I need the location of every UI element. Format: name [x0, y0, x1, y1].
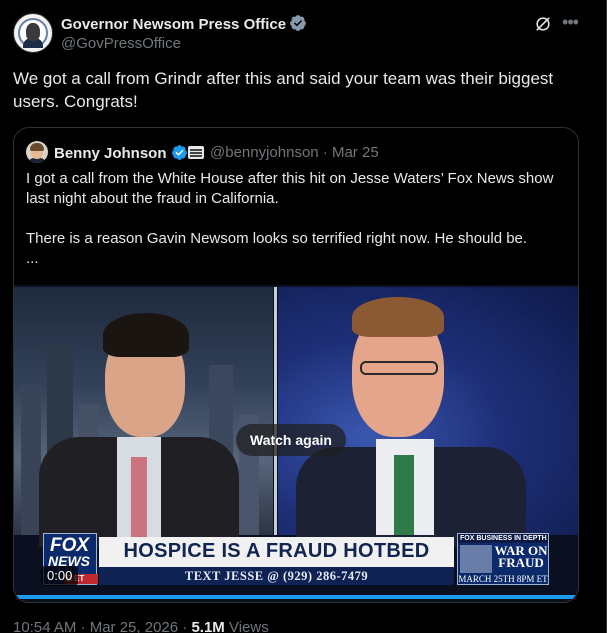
promo-image — [460, 545, 492, 573]
views-count: 5.1M — [191, 619, 225, 633]
promo-date: MARCH 25TH 8PM ET — [458, 574, 548, 584]
tweet-meta: 10:54 AM · Mar 25, 2026 · 5.1M Views — [13, 619, 269, 633]
video-player[interactable]: FOX NEWS B ET HOSPICE IS A FRAUD HOTBED … — [14, 285, 578, 602]
chyron-subline: TEXT JESSE @ (929) 286-7479 — [184, 569, 369, 583]
quote-avatar[interactable] — [26, 141, 48, 163]
video-progress-bar[interactable] — [14, 593, 578, 602]
more-icon[interactable]: ••• — [560, 13, 580, 34]
quote-text: I got a call from the White House after … — [26, 169, 571, 269]
chyron-subline-bar: TEXT JESSE @ (929) 286-7479 — [99, 567, 454, 585]
video-left-panel — [14, 287, 273, 547]
quote-handle-date[interactable]: @bennyjohnson · Mar 25 — [210, 144, 379, 161]
promo-header: FOX BUSINESS IN DEPTH — [458, 534, 548, 543]
verified-badge-icon — [171, 145, 187, 160]
quote-author-name[interactable]: Benny Johnson — [54, 145, 167, 162]
author-avatar[interactable] — [13, 13, 53, 53]
video-progress-fill — [14, 595, 578, 599]
quote-author-row[interactable]: Benny Johnson — [54, 144, 188, 162]
tweet-timestamp[interactable]: 10:54 AM · Mar 25, 2026 · — [13, 619, 191, 633]
quote-ellipsis: ... — [26, 250, 39, 267]
avatar-face — [26, 23, 40, 41]
grok-icon[interactable] — [533, 14, 553, 34]
author-handle[interactable]: @GovPressOffice — [61, 35, 181, 52]
chyron-headline: HOSPICE IS A FRAUD HOTBED — [123, 540, 430, 562]
quote-paragraph: There is a reason Gavin Newsom looks so … — [26, 230, 528, 247]
watch-again-button[interactable]: Watch again — [236, 424, 346, 456]
split-divider — [274, 287, 277, 535]
promo-box: FOX BUSINESS IN DEPTH WAR ON FRAUD MARCH… — [457, 533, 549, 585]
views-label: Views — [224, 619, 269, 633]
quote-paragraph: I got a call from the White House after … — [26, 170, 554, 207]
chyron-headline-bar: HOSPICE IS A FRAUD HOTBED — [99, 537, 454, 567]
author-name[interactable]: Governor Newsom Press Office — [61, 16, 286, 33]
author-name-row[interactable]: Governor Newsom Press Office — [61, 14, 307, 33]
news-chyron: FOX NEWS B ET HOSPICE IS A FRAUD HOTBED … — [43, 533, 549, 585]
avatar-hair — [30, 143, 44, 151]
tweet-post[interactable]: Governor Newsom Press Office @GovPressOf… — [0, 0, 607, 633]
video-right-panel — [278, 287, 578, 547]
promo-title: WAR ON FRAUD — [494, 543, 548, 570]
video-timecode: 0:00 — [41, 566, 79, 586]
quoted-tweet[interactable]: Benny Johnson @bennyjohnson · Mar 25 I g… — [13, 127, 579, 603]
flag-icon — [188, 146, 204, 159]
tweet-text: We got a call from Grindr after this and… — [13, 69, 554, 111]
verified-badge-icon — [290, 15, 306, 31]
